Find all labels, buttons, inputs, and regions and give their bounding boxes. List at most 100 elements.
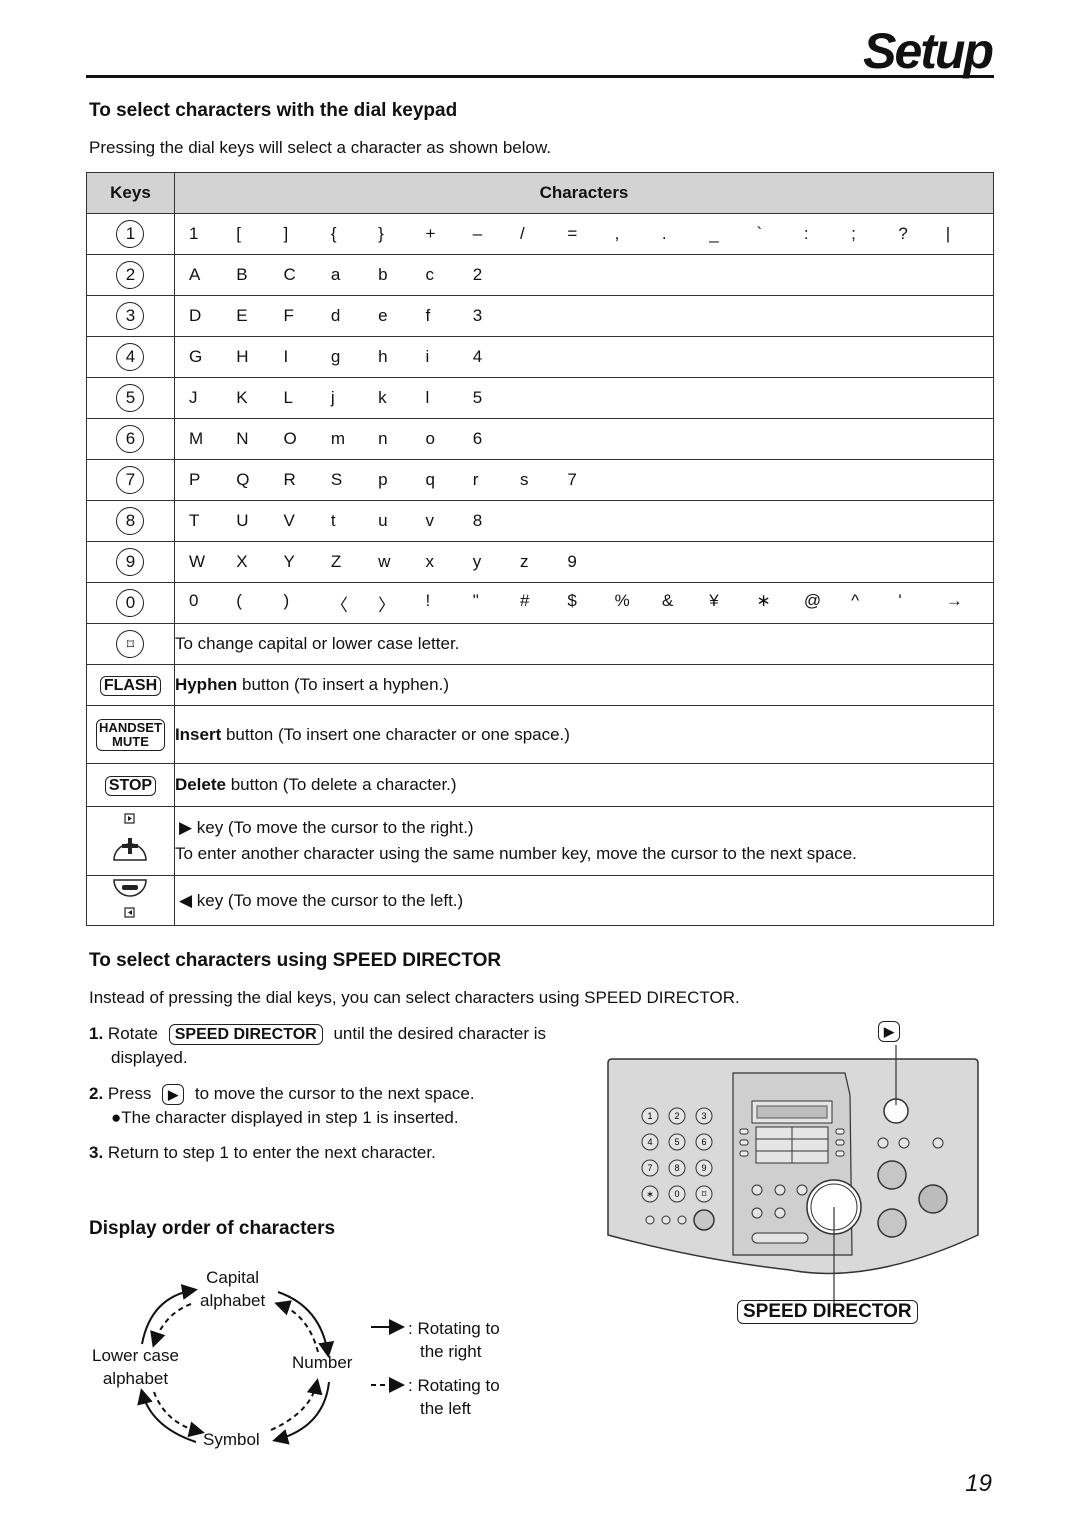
table-row-flash: FLASH Hyphen button (To insert a hyphen.… [86, 664, 995, 706]
character-list: 1 [] {} + – / =,. _ `:;? | [175, 224, 993, 244]
row-desc-line1: ◀ key (To move the cursor to the left.) [178, 890, 464, 910]
character: L [283, 388, 294, 407]
table-row-key-3: 3 D E Fd e f 3 [86, 295, 995, 337]
character: 5 [472, 388, 483, 407]
character: P [188, 470, 201, 489]
step-text: Press [107, 1084, 152, 1103]
speed-director-key-label: SPEED DIRECTOR [168, 1024, 323, 1045]
step-3: 3. Return to step 1 to enter the next ch… [89, 1143, 436, 1163]
step-1: 1. Rotate SPEED DIRECTOR until the desir… [89, 1022, 609, 1070]
character: 9 [567, 552, 577, 571]
character: . [661, 224, 667, 243]
header-rule [86, 75, 994, 78]
character: → [945, 590, 963, 610]
character: ; [851, 224, 856, 243]
character: w [378, 552, 391, 571]
character: ` [756, 224, 763, 243]
node-label: alphabet [200, 1291, 266, 1310]
legend-rotating-left: : Rotating to the left [408, 1374, 500, 1420]
page-number: 19 [965, 1470, 992, 1497]
character: W [188, 552, 205, 571]
table-row-key-2: 2 A B Ca b c 2 [86, 254, 995, 296]
character: # [520, 590, 530, 610]
character: g [330, 347, 341, 366]
character: A [188, 265, 201, 284]
character: % [614, 590, 630, 610]
character: [ [236, 224, 241, 243]
section-heading-dial-keypad: To select characters with the dial keypa… [89, 100, 458, 121]
character: ^ [851, 590, 860, 610]
node-lower-case-alphabet: Lower case alphabet [92, 1344, 179, 1390]
key-label-line2: MUTE [112, 733, 149, 749]
character: & [661, 590, 674, 610]
character: 7 [567, 470, 577, 489]
row-desc-bold: Insert [174, 724, 222, 744]
character: a [330, 265, 341, 284]
character: q [425, 470, 435, 489]
row-desc-line1: ▶ key (To move the cursor to the right.) [178, 818, 474, 837]
character: O [283, 429, 297, 448]
step-text: Return to step 1 to enter the next chara… [107, 1143, 436, 1162]
table-row-key-8: 8 T U Vt u v 8 [86, 500, 995, 542]
node-capital-alphabet: Capital alphabet [200, 1266, 265, 1312]
character: – [472, 224, 483, 243]
character: @ [803, 590, 822, 610]
row-description: To change capital or lower case letter. [173, 623, 995, 665]
table-row-cursor-right: ▶ key (To move the cursor to the right.)… [86, 806, 995, 876]
legend-label: : Rotating to [408, 1376, 500, 1395]
character: { [330, 224, 337, 243]
device-keypad-label: ∗ [646, 1189, 654, 1199]
table-row-case-toggle: ⌑ To change capital or lower case letter… [86, 623, 995, 665]
row-desc-bold: Hyphen [174, 675, 238, 694]
character: , [614, 224, 620, 243]
character: / [520, 224, 525, 243]
device-keypad-label: 3 [701, 1111, 706, 1121]
node-label: alphabet [102, 1369, 169, 1388]
section-heading-display-order: Display order of characters [89, 1218, 336, 1239]
character: p [378, 470, 388, 489]
character: x [425, 552, 434, 571]
table-row-handset-mute: HANDSET MUTE Insert button (To insert one… [86, 705, 995, 764]
character-list: G H Ig h i 4 [175, 347, 993, 367]
table-row-stop: STOP Delete button (To delete a characte… [86, 763, 995, 807]
character: t [330, 511, 336, 530]
character: 4 [472, 347, 483, 366]
volume-down-left-key-icon [113, 879, 148, 918]
section-heading-speed-director: To select characters using SPEED DIRECTO… [89, 950, 502, 971]
character-list: A B Ca b c 2 [175, 265, 993, 285]
character: Y [283, 552, 295, 571]
node-label: Capital [206, 1268, 260, 1287]
dial-key-7-icon: 7 [116, 466, 145, 494]
row-description: ▶ key (To move the cursor to the right.)… [173, 806, 995, 876]
table-header-row: Keys Characters [86, 172, 995, 214]
legend-label: the right [420, 1342, 482, 1361]
character: | [945, 224, 951, 243]
table-row-key-1: 1 1 [] {} + – / =,. _ `:;? | [86, 213, 995, 255]
character-list: 0 () 〈 〉! " # $% & ¥ ∗ @ ^ ' → [175, 591, 993, 616]
node-number: Number [292, 1353, 353, 1372]
flash-key-icon: FLASH [99, 675, 162, 696]
character: T [188, 511, 200, 530]
character: c [425, 265, 434, 284]
dial-key-8-icon: 8 [116, 507, 145, 535]
character: ¥ [709, 590, 719, 610]
character: I [283, 347, 289, 366]
table-row-key-0: 0 0 () 〈 〉! " # $% & ¥ ∗ @ ^ ' → [86, 582, 995, 624]
character: D [188, 306, 202, 325]
character: b [378, 265, 388, 284]
dial-key-3-icon: 3 [116, 302, 145, 330]
character-list: D E Fd e f 3 [175, 306, 993, 326]
dial-key-1-icon: 1 [116, 220, 145, 248]
column-header-characters: Characters [173, 172, 995, 214]
right-arrow-callout: ▶ [878, 1021, 900, 1042]
character: ] [283, 224, 289, 243]
dial-key-2-icon: 2 [116, 261, 145, 289]
step-number: 3. [89, 1143, 104, 1162]
character: d [330, 306, 341, 325]
step-text: displayed. [111, 1048, 188, 1067]
device-keypad-label: 4 [647, 1137, 652, 1147]
step-number: 1. [89, 1024, 104, 1043]
step-text: Rotate [107, 1024, 159, 1043]
node-symbol: Symbol [203, 1430, 260, 1449]
character: R [283, 470, 296, 489]
